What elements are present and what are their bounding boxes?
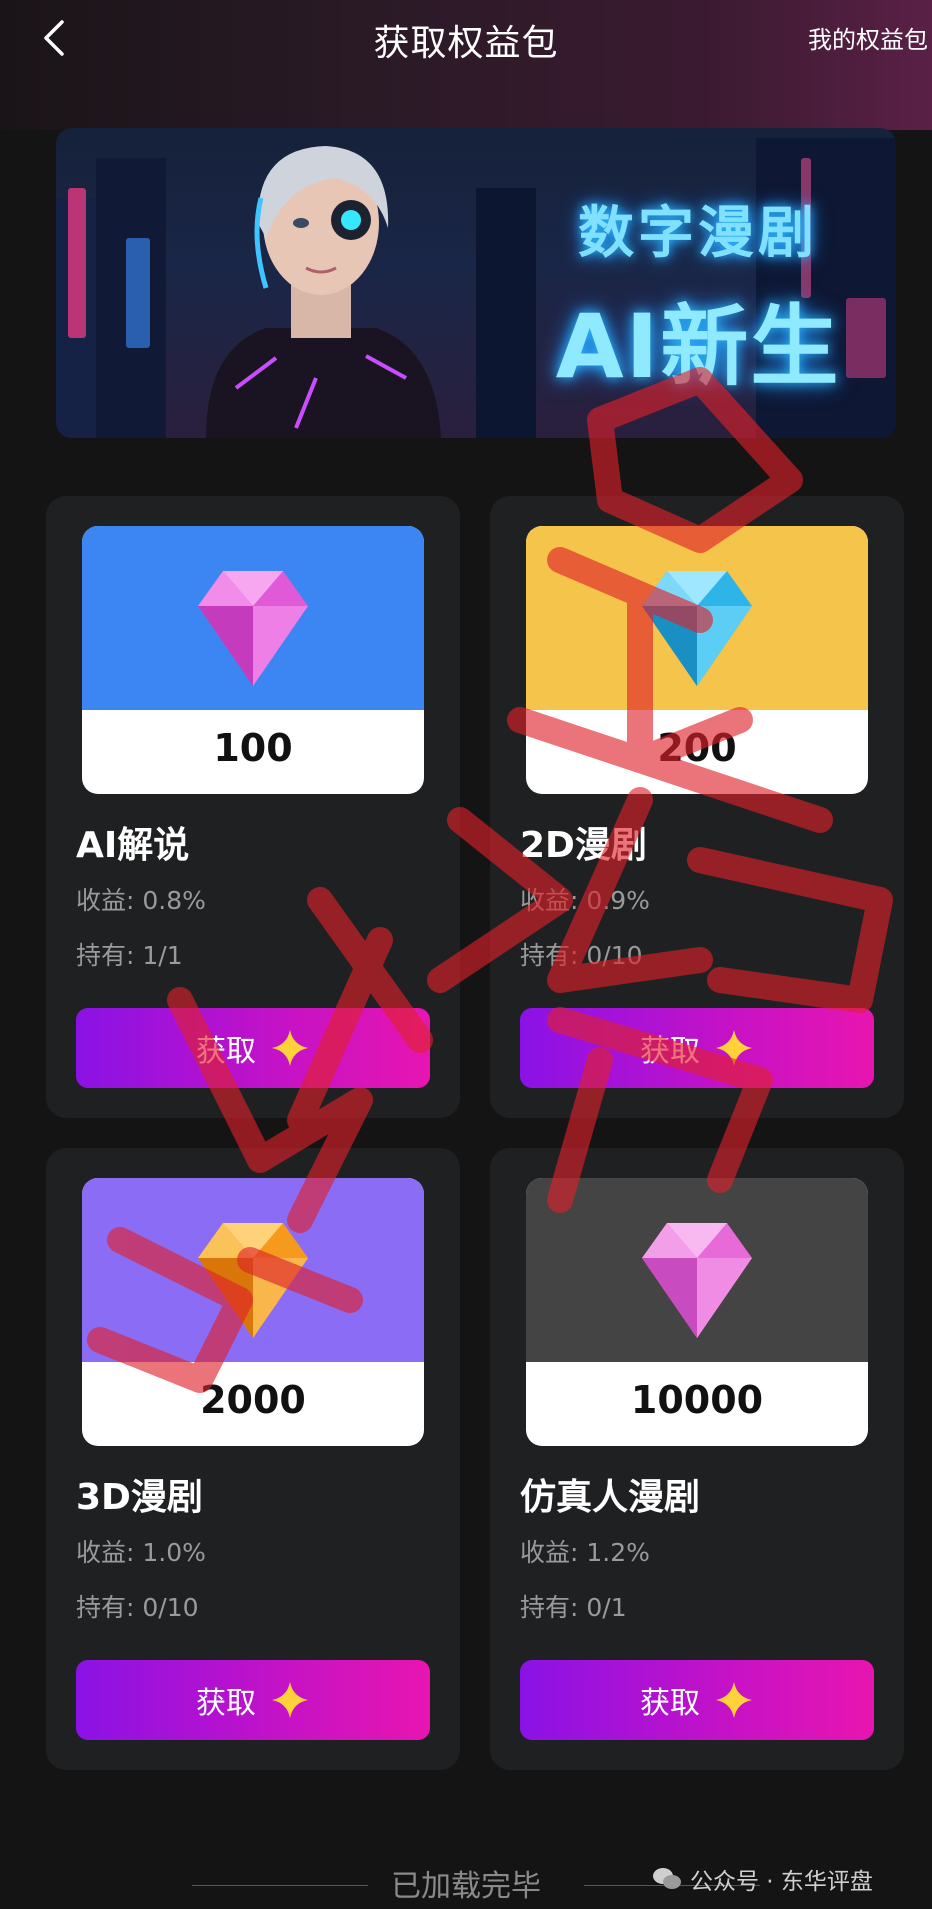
sparkle-icon xyxy=(716,1682,752,1718)
watermark: 公众号 · 东华评盘 xyxy=(652,1862,873,1896)
package-name: 2D漫剧 xyxy=(520,825,647,866)
package-amount: 10000 xyxy=(630,1378,764,1422)
get-button[interactable]: 获取 xyxy=(76,1008,430,1088)
package-card-3d-comic: 2000 3D漫剧 收益: 1.0% 持有: 0/10 获取 xyxy=(46,1148,460,1770)
cyborg-character-image xyxy=(206,146,441,438)
package-amount: 100 xyxy=(213,726,293,770)
package-amount: 200 xyxy=(657,726,737,770)
package-holdings: 持有: 0/10 xyxy=(76,1593,199,1622)
package-income: 收益: 0.8% xyxy=(76,886,206,915)
diamond-pink-icon xyxy=(198,571,308,686)
package-name: 仿真人漫剧 xyxy=(520,1477,701,1518)
package-amount: 2000 xyxy=(200,1378,306,1422)
gem-tile: 10000 xyxy=(526,1178,868,1446)
page-title: 获取权益包 xyxy=(373,23,559,64)
sparkle-icon xyxy=(272,1030,308,1066)
my-packages-link[interactable]: 我的权益包 xyxy=(808,20,928,55)
wechat-icon xyxy=(653,1868,681,1889)
gem-tile: 200 xyxy=(526,526,868,794)
package-card-ai-commentary: 100 AI解说 收益: 0.8% 持有: 1/1 获取 xyxy=(46,496,460,1118)
watermark-text: 公众号 · 东华评盘 xyxy=(690,1869,873,1895)
package-income: 收益: 1.0% xyxy=(76,1538,206,1567)
gem-tile: 100 xyxy=(82,526,424,794)
diamond-magenta-icon xyxy=(642,1223,752,1338)
get-button[interactable]: 获取 xyxy=(520,1008,874,1088)
package-holdings: 持有: 1/1 xyxy=(76,941,183,970)
gem-tile: 2000 xyxy=(82,1178,424,1446)
get-button-label: 获取 xyxy=(640,1034,700,1069)
package-holdings: 持有: 0/1 xyxy=(520,1593,627,1622)
banner-neon-sign: 数字漫剧 AI新生 xyxy=(508,168,888,398)
get-button[interactable]: 获取 xyxy=(520,1660,874,1740)
package-income: 收益: 0.9% xyxy=(520,886,650,915)
package-income: 收益: 1.2% xyxy=(520,1538,650,1567)
get-button-label: 获取 xyxy=(196,1034,256,1069)
get-button[interactable]: 获取 xyxy=(76,1660,430,1740)
banner-line1: 数字漫剧 xyxy=(578,201,818,266)
banner-line2: AI新生 xyxy=(555,295,841,398)
get-button-label: 获取 xyxy=(196,1686,256,1721)
sparkle-icon xyxy=(272,1682,308,1718)
package-holdings: 持有: 0/10 xyxy=(520,941,643,970)
top-bar: 获取权益包 我的权益包 xyxy=(0,0,932,80)
get-button-label: 获取 xyxy=(640,1686,700,1721)
diamond-blue-icon xyxy=(642,571,752,686)
package-name: AI解说 xyxy=(76,825,190,866)
package-card-2d-comic: 200 2D漫剧 收益: 0.9% 持有: 0/10 获取 xyxy=(490,496,904,1118)
package-name: 3D漫剧 xyxy=(76,1477,203,1518)
promo-banner[interactable]: 数字漫剧 AI新生 xyxy=(56,128,896,438)
diamond-orange-icon xyxy=(198,1223,308,1338)
package-card-realistic-comic: 10000 仿真人漫剧 收益: 1.2% 持有: 0/1 获取 xyxy=(490,1148,904,1770)
sparkle-icon xyxy=(716,1030,752,1066)
